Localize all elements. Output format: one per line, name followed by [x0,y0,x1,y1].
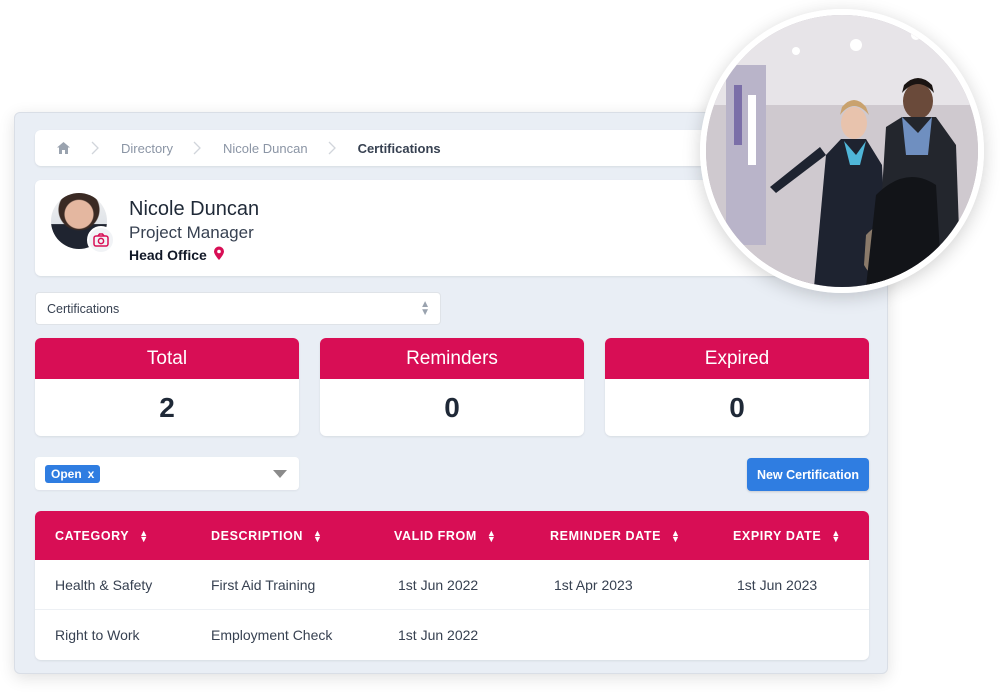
certifications-table: CATEGORY ▲ ▼ DESCRIPTION ▲ ▼ VALID FROM ▲ ▼… [35,511,869,660]
table-row[interactable]: Right to Work Employment Check 1st Jun 2… [35,610,869,660]
breadcrumb-current: Certifications [357,140,441,156]
chevron-right-icon [91,130,105,166]
stat-card-total: Total 2 [35,338,299,436]
breadcrumb-person[interactable]: Nicole Duncan [223,141,308,156]
camera-icon[interactable] [87,226,115,254]
chevron-right-icon [328,130,342,166]
sort-icon: ▲ ▼ [486,527,497,544]
profile-office: Head Office [129,246,225,264]
cell-expiry-date: 1st Jun 2023 [737,577,818,593]
stat-value: 0 [444,391,460,423]
column-header-label: CATEGORY [55,528,130,543]
new-certification-button[interactable]: New Certification [747,458,869,491]
cell-reminder-date: 1st Apr 2023 [554,577,633,593]
cell-valid-from: 1st Jun 2022 [398,577,479,593]
sort-icon: ▲ ▼ [139,527,149,544]
profile-name: Nicole Duncan [129,198,260,220]
stat-card-reminders: Reminders 0 [320,338,584,436]
filter-tag-open: Open x [45,464,101,483]
section-select-value: Certifications [47,301,120,316]
cell-description: First Aid Training [211,577,316,593]
table-header: CATEGORY ▲ ▼ DESCRIPTION ▲ ▼ VALID FROM ▲ ▼… [35,511,869,560]
home-icon[interactable] [55,140,71,156]
stat-label: Total [35,338,299,379]
stat-value: 2 [159,391,175,423]
section-select[interactable]: Certifications ▲ ▼ [35,292,441,325]
column-header-valid-from[interactable]: VALID FROM ▲ ▼ [394,511,496,560]
column-header-label: DESCRIPTION [211,528,304,543]
sort-icon: ▲ ▼ [671,527,681,544]
stat-card-expired: Expired 0 [605,338,869,436]
column-header-label: REMINDER DATE [550,528,662,543]
sort-icon: ▲ ▼ [831,527,841,544]
dropdown-caret-icon[interactable] [273,470,287,478]
stat-label: Reminders [320,338,584,379]
sort-icon: ▲ ▼ [313,527,323,544]
column-header-label: EXPIRY DATE [733,528,822,543]
cell-description: Employment Check [211,627,333,643]
chevron-right-icon [193,130,207,166]
column-header-label: VALID FROM [394,528,477,543]
breadcrumb-directory[interactable]: Directory [121,141,173,156]
stat-value: 0 [729,391,745,423]
team-photo [700,9,984,293]
select-chevrons-icon: ▲ ▼ [420,299,430,318]
cell-valid-from: 1st Jun 2022 [398,627,479,643]
table-row[interactable]: Health & Safety First Aid Training 1st J… [35,560,869,610]
map-pin-icon [213,246,225,264]
cell-category: Health & Safety [55,577,153,593]
status-filter[interactable]: Open x [35,457,299,490]
filter-tag-remove[interactable]: x [88,467,95,481]
column-header-category[interactable]: CATEGORY ▲ ▼ [55,511,149,560]
stat-label: Expired [605,338,869,379]
column-header-expiry-date[interactable]: EXPIRY DATE ▲ ▼ [733,511,841,560]
column-header-description[interactable]: DESCRIPTION ▲ ▼ [211,511,323,560]
photo-illustration [706,15,978,287]
cell-category: Right to Work [55,627,140,643]
office-label: Head Office [129,247,207,263]
column-header-reminder-date[interactable]: REMINDER DATE ▲ ▼ [550,511,681,560]
profile-role: Project Manager [129,223,254,242]
filter-tag-label: Open [51,466,82,481]
